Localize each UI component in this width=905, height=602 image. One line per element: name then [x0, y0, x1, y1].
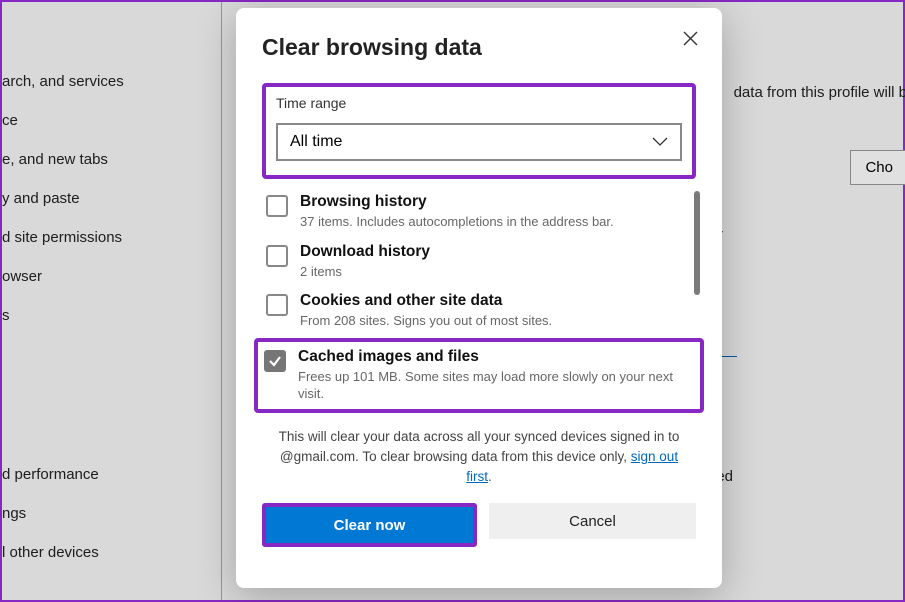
option-cookies[interactable]: Cookies and other site data From 208 sit…	[262, 286, 696, 336]
option-title: Download history	[300, 243, 430, 261]
close-button[interactable]	[676, 24, 704, 52]
data-types-list: Browsing history 37 items. Includes auto…	[262, 187, 696, 413]
choose-button[interactable]: Cho	[850, 150, 905, 185]
time-range-highlight: Time range All time	[262, 83, 696, 179]
sidebar-item[interactable]: e, and new tabs	[2, 140, 221, 179]
option-title: Cookies and other site data	[300, 292, 552, 310]
option-title: Browsing history	[300, 193, 614, 211]
checkbox-cookies[interactable]	[266, 294, 288, 316]
chevron-down-icon	[652, 137, 668, 147]
clear-now-highlight: Clear now	[262, 503, 477, 547]
option-title: Cached images and files	[298, 348, 694, 366]
sidebar-item[interactable]: ce	[2, 101, 221, 140]
sidebar-item[interactable]: y and paste	[2, 179, 221, 218]
sidebar-item[interactable]: ngs	[2, 494, 221, 533]
option-download-history[interactable]: Download history 2 items	[262, 237, 696, 287]
option-browsing-history[interactable]: Browsing history 37 items. Includes auto…	[262, 187, 696, 237]
bg-profile-text: data from this profile will b	[734, 84, 905, 101]
settings-sidebar: arch, and services ce e, and new tabs y …	[2, 2, 222, 600]
sidebar-item[interactable]: l other devices	[2, 533, 221, 572]
sidebar-item[interactable]: arch, and services	[2, 62, 221, 101]
sidebar-item[interactable]: d site permissions	[2, 218, 221, 257]
note-text: This will clear your data across all you…	[279, 429, 680, 444]
option-subtitle: 2 items	[300, 263, 430, 281]
option-subtitle: From 208 sites. Signs you out of most si…	[300, 312, 552, 330]
note-text: @gmail.com. To clear browsing data from …	[280, 449, 631, 464]
time-range-select[interactable]: All time	[276, 123, 682, 161]
sidebar-item[interactable]: s	[2, 296, 221, 335]
scrollbar[interactable]	[694, 191, 700, 295]
option-subtitle: Frees up 101 MB. Some sites may load mor…	[298, 368, 694, 403]
sync-note: This will clear your data across all you…	[262, 427, 696, 488]
close-icon	[683, 31, 698, 46]
option-cached[interactable]: Cached images and files Frees up 101 MB.…	[264, 346, 694, 405]
option-subtitle: 37 items. Includes autocompletions in th…	[300, 213, 614, 231]
checkbox-browsing-history[interactable]	[266, 195, 288, 217]
checkbox-cached[interactable]	[264, 350, 286, 372]
time-range-value: All time	[290, 133, 342, 151]
cached-highlight: Cached images and files Frees up 101 MB.…	[254, 338, 704, 413]
cancel-button[interactable]: Cancel	[489, 503, 696, 539]
clear-now-button[interactable]: Clear now	[266, 507, 473, 543]
checkbox-download-history[interactable]	[266, 245, 288, 267]
clear-browsing-data-dialog: Clear browsing data Time range All time …	[236, 8, 722, 588]
sidebar-item[interactable]: owser	[2, 257, 221, 296]
dialog-buttons: Clear now Cancel	[262, 503, 696, 547]
dialog-title: Clear browsing data	[262, 34, 696, 61]
time-range-label: Time range	[276, 95, 682, 111]
sidebar-item[interactable]: d performance	[2, 455, 221, 494]
note-text: .	[488, 469, 492, 484]
